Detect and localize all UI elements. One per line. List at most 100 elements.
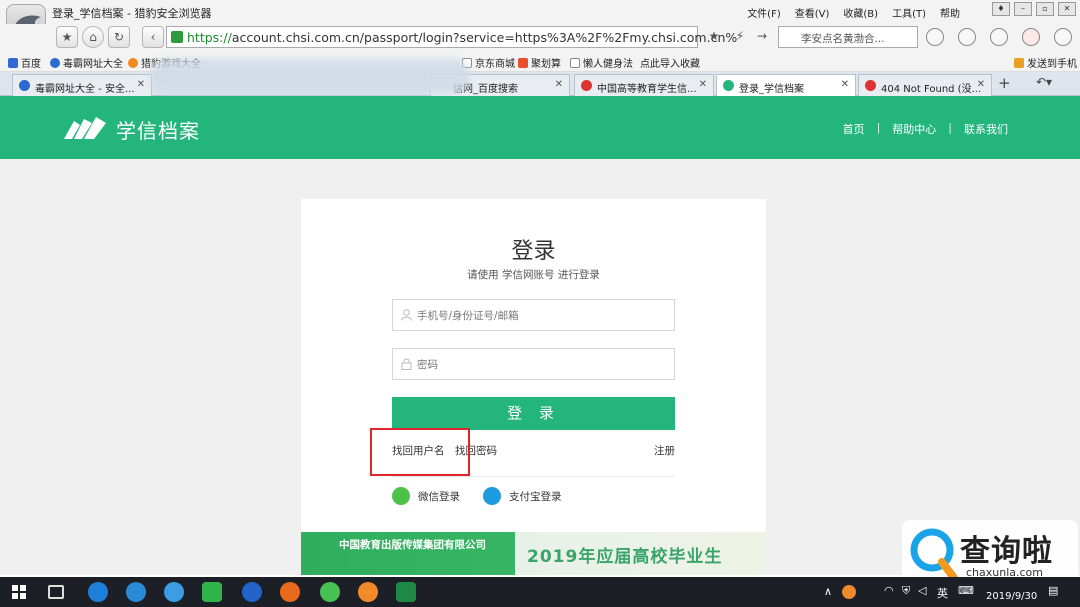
input-language[interactable]: 英 (937, 585, 948, 601)
xuexin-icon (723, 80, 734, 91)
phone-icon (1014, 58, 1024, 68)
menu-tools[interactable]: 工具(T) (892, 5, 926, 20)
download-icon[interactable] (990, 28, 1008, 46)
back-icon[interactable]: ‹ (142, 26, 164, 48)
login-title: 登录 (511, 239, 556, 264)
notification-icon[interactable]: ▤ (1048, 584, 1058, 597)
game-icon[interactable] (1022, 28, 1040, 46)
favorite-star-icon[interactable]: ★ (56, 26, 78, 48)
username-field[interactable] (392, 299, 675, 331)
annotation-highlight-box (370, 428, 470, 476)
undo-close-icon[interactable]: ↶▾ (1036, 75, 1052, 89)
new-tab-button[interactable]: + (998, 74, 1011, 92)
input-method-icon[interactable]: ⌨ (958, 584, 974, 597)
browser-toolbar: ★ ⌂ ↻ ‹ https://account.chsi.com.cn/pass… (0, 24, 1080, 50)
watermark-brand: 查询啦 (960, 534, 1053, 569)
lightning-icon[interactable]: ⚡ (730, 26, 750, 48)
windows-start-icon[interactable] (12, 585, 26, 599)
divider (392, 476, 675, 477)
nav-help[interactable]: 帮助中心 (892, 121, 936, 137)
register-link[interactable]: 注册 (654, 443, 675, 458)
redacted-area (150, 58, 470, 94)
clock-date[interactable]: 2019/9/30 (986, 591, 1037, 602)
banner-headline: 2019年应届高校毕业生 (527, 547, 723, 567)
close-tab-icon[interactable]: ✕ (841, 79, 849, 90)
bookmark-baidu[interactable]: 百度 (8, 55, 41, 70)
send-to-phone[interactable]: 发送到手机 (1014, 55, 1077, 70)
site-name[interactable]: 学信档案 (116, 115, 200, 144)
username-input[interactable] (417, 306, 667, 326)
close-tab-icon[interactable]: ✕ (555, 79, 563, 90)
search-logo-icon (910, 528, 958, 582)
menu-file[interactable]: 文件(F) (747, 5, 781, 20)
address-bar[interactable]: https://account.chsi.com.cn/passport/log… (166, 26, 737, 48)
bookmark-duba[interactable]: 毒霸网址大全 (50, 55, 123, 70)
bookmark-jd[interactable]: 京东商城 (462, 55, 515, 70)
lock-icon (401, 358, 412, 370)
more-menu-icon[interactable] (1054, 28, 1072, 46)
url-text: https://account.chsi.com.cn/passport/log… (187, 30, 738, 45)
bookmark-import[interactable]: 点此导入收藏 (640, 55, 700, 70)
firefox-icon[interactable] (280, 582, 300, 602)
close-tab-icon[interactable]: ✕ (977, 79, 985, 90)
user-icon (401, 309, 412, 321)
cheetah-browser-icon[interactable] (358, 582, 378, 602)
menu-bar: 文件(F) 查看(V) 收藏(B) 工具(T) 帮助 (747, 5, 960, 20)
refresh-icon[interactable]: ↻ (108, 26, 130, 48)
task-view-icon[interactable] (48, 585, 64, 599)
bookmark-star-icon[interactable]: ★ (702, 26, 726, 48)
bookmark-fitness[interactable]: 懒人健身法 (570, 55, 633, 70)
login-button[interactable]: 登 录 (392, 397, 675, 430)
alipay-login[interactable]: 支付宝登录 (483, 487, 562, 505)
login-subtitle: 请使用 学信网账号 进行登录 (467, 269, 600, 281)
game-bookmark-icon (128, 58, 138, 68)
forward-icon[interactable]: → (752, 26, 772, 48)
bookmark-juhuasuan[interactable]: 聚划算 (518, 55, 561, 70)
shield-tray-icon[interactable]: ⛨ (902, 584, 910, 598)
ie-icon[interactable] (88, 582, 108, 602)
skin-icon[interactable]: ♦ (992, 2, 1010, 16)
volume-icon[interactable]: ◁ (918, 584, 926, 597)
page-icon (570, 58, 580, 68)
taskbar: ∧ ◠ ⛨ ◁ 英 ⌨ 2019/9/30 ▤ (0, 577, 1080, 607)
xuexin-logo-icon[interactable] (62, 115, 108, 141)
tab-404[interactable]: 404 Not Found (没... ✕ (858, 74, 992, 96)
kingsoft-icon[interactable] (926, 28, 944, 46)
site-nav: 首页 | 帮助中心 | 联系我们 (842, 121, 1008, 137)
search-box[interactable]: 李安点名黄渤合... (778, 26, 918, 48)
baidu-icon (8, 58, 18, 68)
promo-banner[interactable]: 中国教育出版传媒集团有限公司 2019年应届高校毕业生 (301, 532, 766, 575)
nav-contact[interactable]: 联系我们 (964, 121, 1008, 137)
window-titlebar: 登录_学信档案 - 猎豹安全浏览器 文件(F) 查看(V) 收藏(B) 工具(T… (0, 0, 1080, 24)
ie-alt-icon[interactable] (164, 582, 184, 602)
shield-tool-icon[interactable] (958, 28, 976, 46)
tab-duba[interactable]: 毒霸网址大全 - 安全... ✕ (12, 74, 152, 96)
password-input[interactable] (417, 355, 667, 375)
close-button[interactable]: ✕ (1058, 2, 1076, 16)
close-tab-icon[interactable]: ✕ (137, 79, 145, 90)
wechat-login[interactable]: 微信登录 (392, 487, 460, 505)
menu-help[interactable]: 帮助 (940, 5, 960, 20)
home-icon[interactable]: ⌂ (82, 26, 104, 48)
tab-chsi[interactable]: 中国高等教育学生信... ✕ (574, 74, 714, 96)
close-tab-icon[interactable]: ✕ (699, 79, 707, 90)
menu-favorites[interactable]: 收藏(B) (843, 5, 878, 20)
sogou-icon[interactable] (126, 582, 146, 602)
excel-icon[interactable] (396, 582, 416, 602)
tray-app-icon[interactable] (842, 585, 856, 599)
nav-home[interactable]: 首页 (843, 121, 865, 137)
wechat-taskbar-icon[interactable] (320, 582, 340, 602)
alipay-icon (483, 487, 501, 505)
iqiyi-icon[interactable] (202, 582, 222, 602)
wifi-icon[interactable]: ◠ (884, 584, 894, 597)
password-field[interactable] (392, 348, 675, 380)
window-controls: ♦ – ▫ ✕ (992, 2, 1076, 16)
tab-login-active[interactable]: 登录_学信档案 ✕ (716, 74, 856, 96)
menu-view[interactable]: 查看(V) (795, 5, 830, 20)
kingsoft-taskbar-icon[interactable] (242, 582, 262, 602)
minimize-button[interactable]: – (1014, 2, 1032, 16)
maximize-button[interactable]: ▫ (1036, 2, 1054, 16)
chsi-icon (581, 80, 592, 91)
juhuasuan-icon (518, 58, 528, 68)
tray-expand-icon[interactable]: ∧ (824, 585, 832, 598)
